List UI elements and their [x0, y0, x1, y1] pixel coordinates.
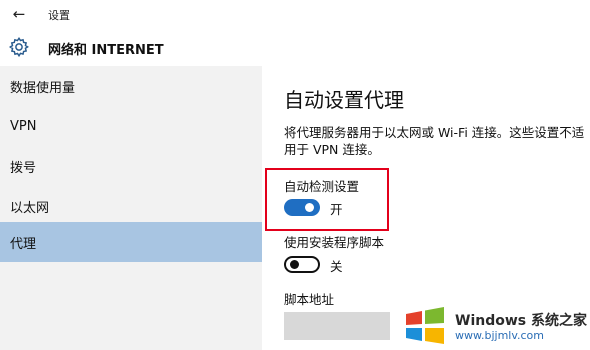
watermark: Windows 系统之家 www.bjjmlv.com: [400, 300, 590, 350]
page-title: 网络和 INTERNET: [48, 43, 164, 58]
sidebar-item-data-usage[interactable]: 数据使用量: [0, 66, 262, 106]
section-title: 自动设置代理: [284, 88, 404, 112]
sidebar-item-ethernet[interactable]: 以太网: [0, 186, 262, 226]
sidebar-item-proxy[interactable]: 代理: [0, 222, 262, 262]
sidebar-item-label: 以太网: [10, 200, 50, 216]
sidebar: 数据使用量 VPN 拨号 以太网 代理: [0, 66, 262, 350]
script-address-input[interactable]: [284, 312, 390, 340]
arrow-left-icon: ←: [12, 5, 26, 23]
setup-script-label: 使用安装程序脚本: [284, 235, 385, 250]
toggle-knob: [290, 260, 299, 269]
setup-script-state: 关: [330, 259, 343, 274]
section-description: 将代理服务器用于以太网或 Wi-Fi 连接。这些设置不适用于 VPN 连接。: [284, 125, 585, 157]
window-title: 设置: [48, 9, 70, 22]
watermark-url: www.bjjmlv.com: [455, 329, 544, 342]
back-button[interactable]: ←: [8, 4, 30, 24]
setup-script-toggle[interactable]: [284, 256, 320, 273]
script-address-label: 脚本地址: [284, 292, 335, 307]
sidebar-item-label: VPN: [10, 118, 37, 134]
sidebar-item-label: 数据使用量: [10, 80, 76, 96]
sidebar-item-dialup[interactable]: 拨号: [0, 146, 262, 186]
title-bar: ← 设置: [0, 0, 590, 28]
sidebar-item-label: 拨号: [10, 160, 37, 176]
highlight-annotation: [265, 168, 389, 231]
windows-logo-icon: [406, 307, 444, 344]
sidebar-item-label: 代理: [10, 236, 37, 252]
watermark-text: Windows 系统之家: [455, 313, 587, 329]
page-header: 网络和 INTERNET: [0, 28, 590, 66]
gear-icon: [8, 36, 29, 58]
sidebar-item-vpn[interactable]: VPN: [0, 106, 262, 146]
